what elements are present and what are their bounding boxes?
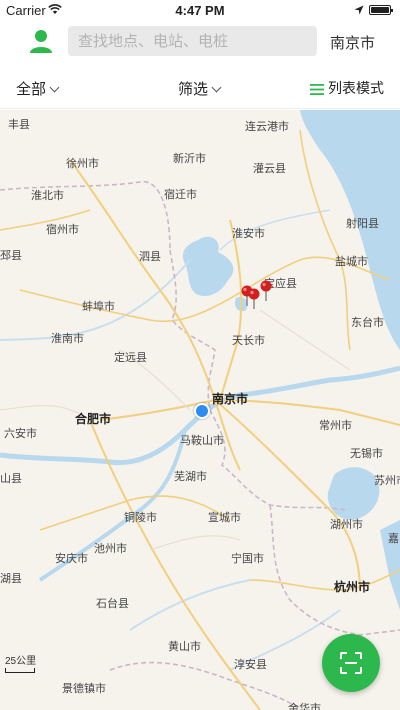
map-label: 无锡市 bbox=[350, 448, 383, 460]
map-label: 合肥市 bbox=[75, 412, 112, 426]
all-filter-dropdown[interactable]: 全部 bbox=[16, 78, 60, 99]
user-avatar-icon[interactable] bbox=[28, 28, 54, 54]
map-label: 石台县 bbox=[96, 598, 129, 610]
location-arrow-icon bbox=[354, 5, 364, 15]
city-selector[interactable]: 南京市 bbox=[330, 32, 375, 53]
list-mode-label: 列表模式 bbox=[328, 80, 384, 96]
map-label: 淮南市 bbox=[51, 333, 84, 345]
scan-icon bbox=[340, 652, 362, 674]
map-label: 山县 bbox=[0, 473, 22, 485]
map-label: 灌云县 bbox=[253, 163, 286, 175]
map-label: 泗县 bbox=[139, 251, 161, 263]
map-label: 苏州市 bbox=[374, 475, 400, 487]
status-bar: Carrier 4:47 PM bbox=[0, 0, 400, 20]
user-location-marker bbox=[194, 403, 210, 419]
map-label: 湖县 bbox=[0, 573, 22, 585]
scan-button[interactable] bbox=[322, 634, 380, 692]
map-label: 黄山市 bbox=[168, 641, 201, 653]
map-label: 马鞍山市 bbox=[180, 435, 224, 447]
map-label: 天长市 bbox=[232, 335, 265, 347]
map-label: 金华市 bbox=[288, 703, 321, 710]
all-filter-label: 全部 bbox=[16, 81, 47, 98]
map-label: 淮北市 bbox=[31, 190, 64, 202]
map-label: 宿迁市 bbox=[164, 189, 197, 201]
map-label: 徐州市 bbox=[66, 158, 99, 170]
map-label: 景德镇市 bbox=[62, 683, 106, 695]
map-label: 射阳县 bbox=[346, 218, 379, 230]
scale-label: 25公里 bbox=[5, 656, 37, 667]
map-label: 池州市 bbox=[94, 543, 127, 555]
map-label: 湖州市 bbox=[330, 519, 363, 531]
map-label: 芜湖市 bbox=[174, 471, 207, 483]
map-label: 铜陵市 bbox=[124, 512, 157, 524]
clock: 4:47 PM bbox=[175, 3, 225, 18]
map-pin-icon[interactable] bbox=[259, 280, 273, 302]
map-label: 宣城市 bbox=[208, 512, 241, 524]
map-label: 常州市 bbox=[319, 420, 352, 432]
map-scale: 25公里 bbox=[5, 652, 36, 673]
map-label: 杭州市 bbox=[334, 580, 371, 594]
battery-icon bbox=[369, 5, 393, 15]
screen-filter-dropdown[interactable]: 筛选 bbox=[178, 78, 222, 99]
chevron-down-icon bbox=[49, 82, 60, 93]
map-label: 六安市 bbox=[4, 428, 37, 440]
map-label: 淳安县 bbox=[234, 659, 267, 671]
map-label: 丰县 bbox=[8, 119, 30, 131]
map-label: 安庆市 bbox=[55, 553, 88, 565]
map-label: 宁国市 bbox=[231, 553, 264, 565]
map-label: 盐城市 bbox=[335, 256, 368, 268]
search-input[interactable] bbox=[68, 26, 317, 56]
filter-bar: 全部 筛选 列表模式 bbox=[0, 70, 400, 109]
list-mode-button[interactable]: 列表模式 bbox=[310, 78, 384, 98]
chevron-down-icon bbox=[211, 82, 222, 93]
list-icon bbox=[310, 84, 324, 95]
map-label: 宿州市 bbox=[46, 224, 79, 236]
map-label: 新沂市 bbox=[173, 153, 206, 165]
map-label: 连云港市 bbox=[245, 121, 289, 133]
top-bar: 南京市 bbox=[0, 20, 400, 62]
scale-bar bbox=[5, 668, 35, 673]
map-label: 嘉 bbox=[388, 533, 399, 545]
map-label: 蚌埠市 bbox=[82, 301, 115, 313]
map-label: 南京市 bbox=[212, 392, 249, 406]
map-view[interactable]: 连云港市 徐州市 新沂市 灌云县 宿迁市 淮北市 淮安市 射阳县 宿州市 泗县 … bbox=[0, 110, 400, 710]
search-box[interactable] bbox=[68, 26, 317, 56]
map-label: 定远县 bbox=[114, 352, 147, 364]
screen-filter-label: 筛选 bbox=[178, 81, 209, 98]
map-label: 东台市 bbox=[351, 317, 384, 329]
map-label: 邳县 bbox=[0, 250, 22, 262]
map-label: 淮安市 bbox=[232, 228, 265, 240]
